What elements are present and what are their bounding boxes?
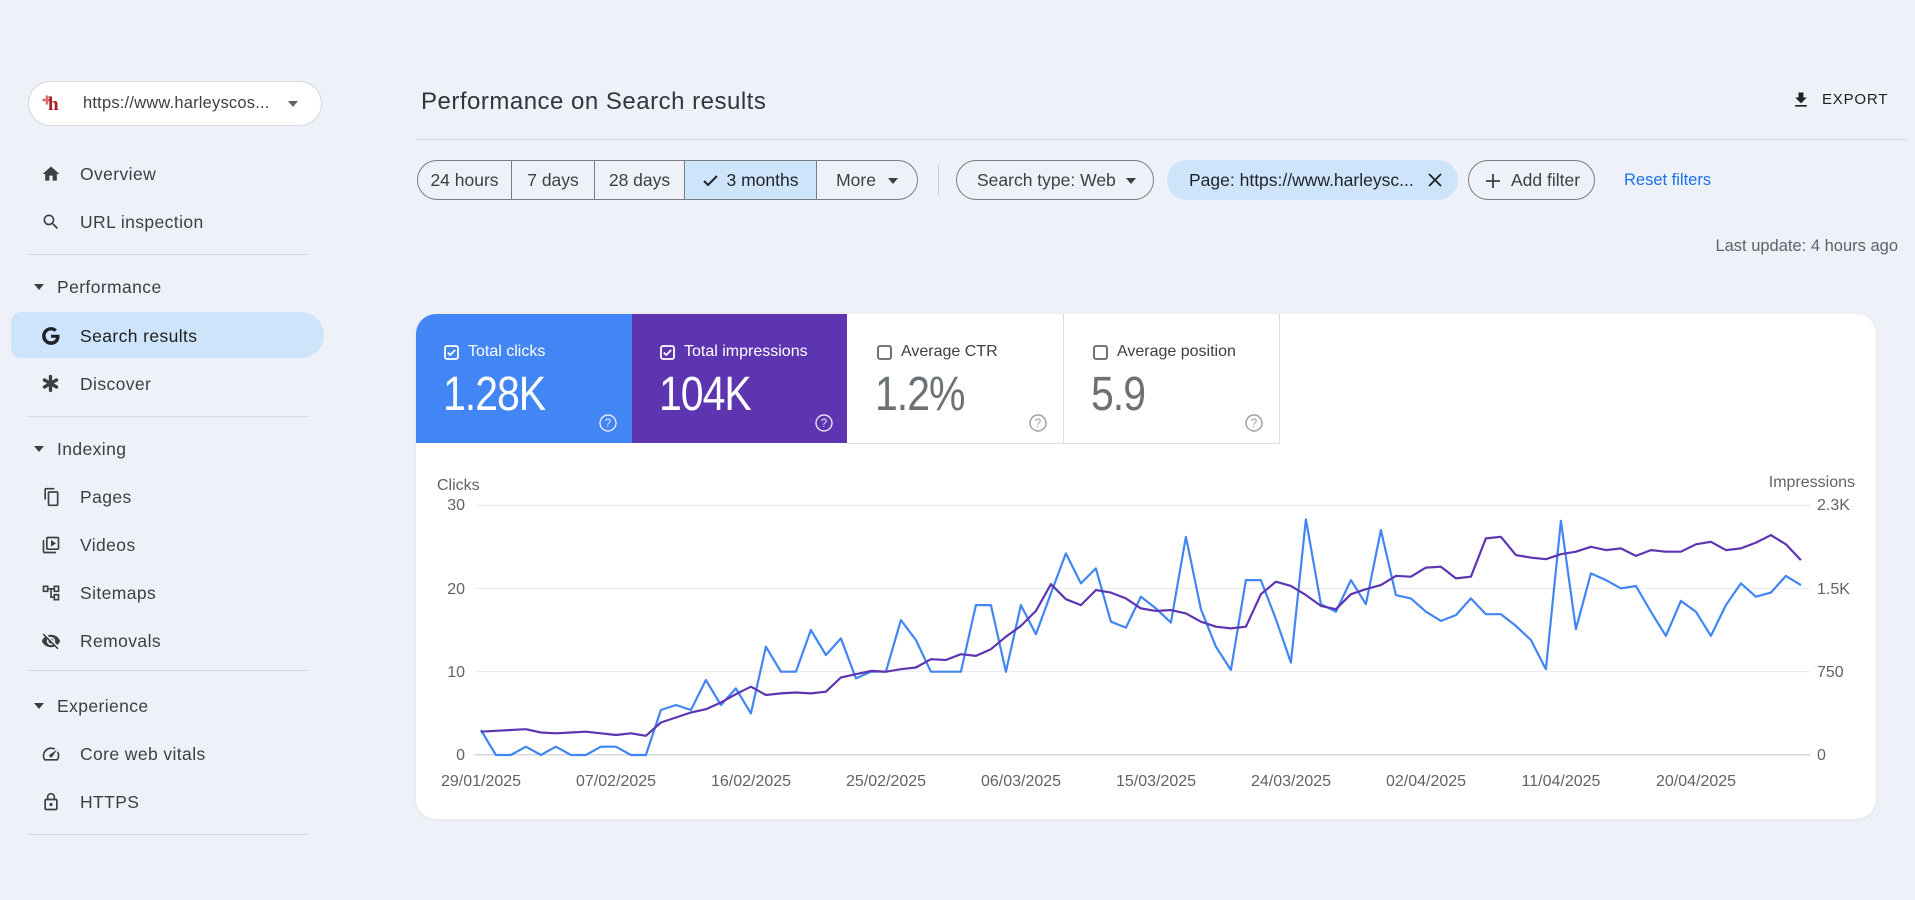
svg-text:?: ?	[821, 418, 827, 430]
svg-text:16/02/2025: 16/02/2025	[711, 773, 791, 790]
svg-text:Impressions: Impressions	[1769, 474, 1855, 491]
svg-text:?: ?	[605, 418, 611, 430]
svg-text:0: 0	[1817, 747, 1826, 764]
svg-text:11/04/2025: 11/04/2025	[1522, 773, 1601, 790]
svg-text:02/04/2025: 02/04/2025	[1386, 773, 1466, 790]
svg-text:?: ?	[1035, 418, 1041, 430]
svg-text:20: 20	[447, 581, 465, 598]
svg-text:30: 30	[447, 497, 465, 514]
svg-text:20/04/2025: 20/04/2025	[1656, 773, 1736, 790]
svg-text:15/03/2025: 15/03/2025	[1116, 773, 1196, 790]
svg-text:750: 750	[1817, 664, 1844, 681]
svg-text:2.3K: 2.3K	[1817, 497, 1850, 514]
svg-text:24/03/2025: 24/03/2025	[1251, 773, 1331, 790]
svg-text:?: ?	[1251, 418, 1257, 430]
svg-text:Clicks: Clicks	[437, 477, 480, 494]
svg-text:1.5K: 1.5K	[1817, 581, 1850, 598]
svg-text:06/03/2025: 06/03/2025	[981, 773, 1061, 790]
svg-text:07/02/2025: 07/02/2025	[576, 773, 656, 790]
svg-text:h: h	[48, 94, 59, 115]
svg-text:29/01/2025: 29/01/2025	[441, 773, 521, 790]
svg-text:10: 10	[447, 664, 465, 681]
svg-text:25/02/2025: 25/02/2025	[846, 773, 926, 790]
svg-text:0: 0	[456, 747, 465, 764]
